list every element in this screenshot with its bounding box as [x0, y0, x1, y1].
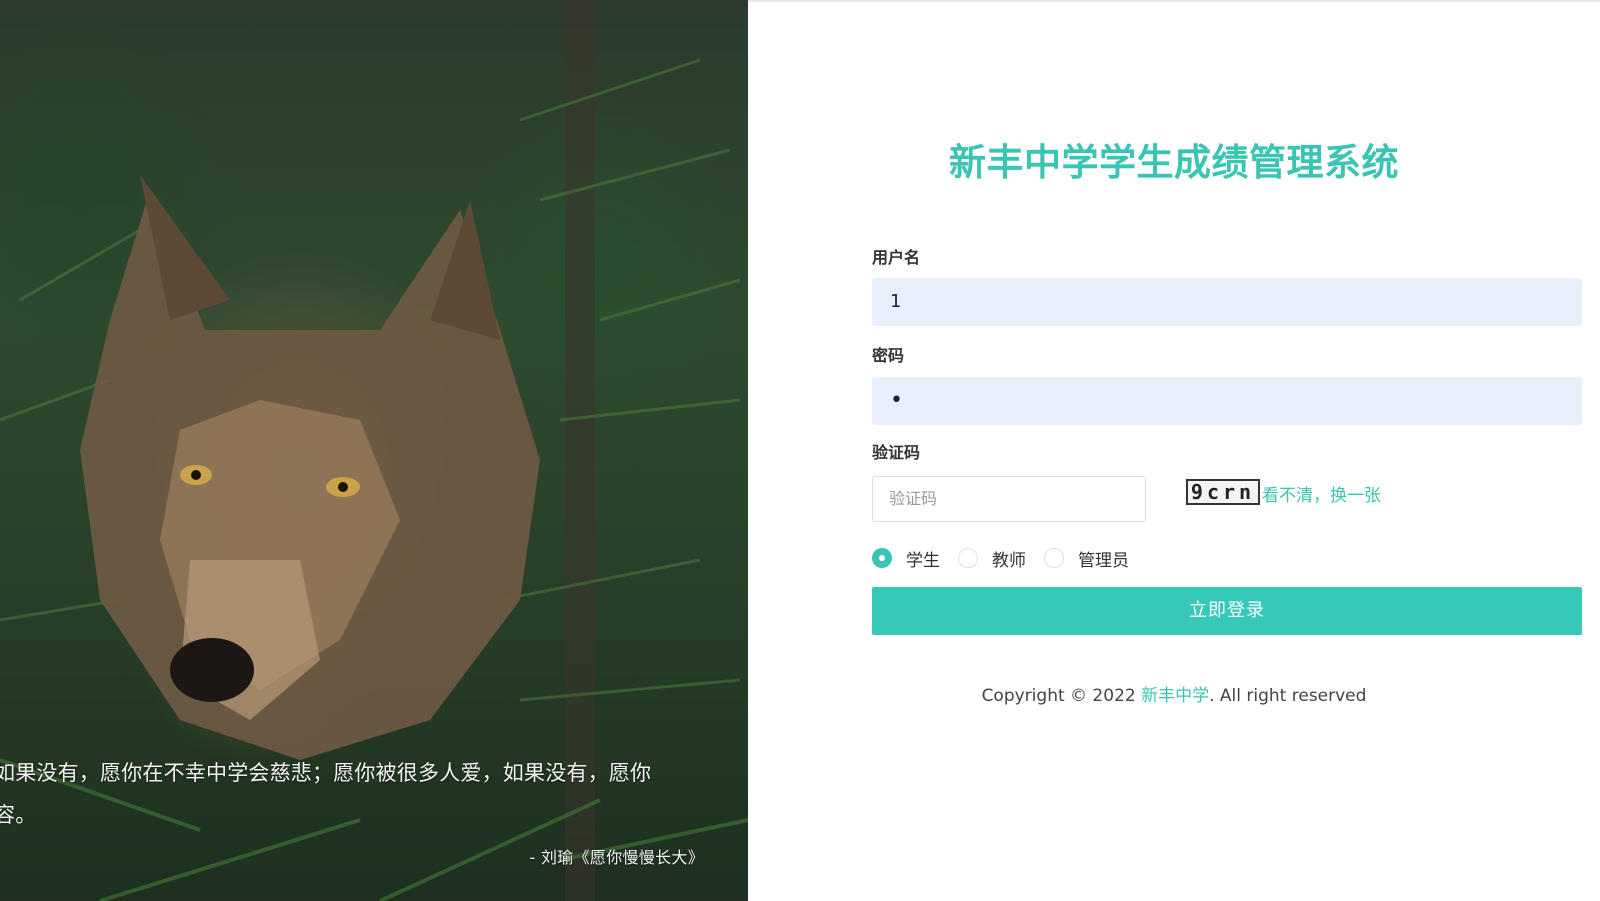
login-panel: 新丰中学学生成绩管理系统 用户名 1 密码 • 验证码 验证码 9crn 看不清… [748, 0, 1600, 901]
role-admin-label: 管理员 [1078, 550, 1129, 571]
footer-brand-link[interactable]: 新丰中学 [1141, 686, 1209, 706]
radio-checked-icon[interactable] [872, 548, 892, 568]
role-student[interactable]: 学生 [872, 546, 940, 571]
page-title: 新丰中学学生成绩管理系统 [949, 141, 1399, 184]
radio-unchecked-icon[interactable] [958, 548, 978, 568]
username-label: 用户名 [872, 248, 921, 267]
username-value: 1 [890, 291, 902, 312]
footer-copyright: Copyright © 2022 新丰中学. All right reserve… [748, 681, 1600, 706]
password-label: 密码 [872, 346, 905, 365]
hero-quote-author: - 刘瑜《愿你慢慢长大》 [529, 848, 704, 867]
captcha-refresh-link[interactable]: 看不清，换一张 [1262, 481, 1381, 506]
hero-image-panel: 如果没有，愿你在不幸中学会慈悲；愿你被很多人爱，如果没有，愿你 容。 - 刘瑜《… [0, 0, 748, 901]
footer-suffix: . All right reserved [1209, 686, 1367, 706]
password-mask: • [890, 388, 903, 413]
hero-quote: 如果没有，愿你在不幸中学会慈悲；愿你被很多人爱，如果没有，愿你 容。 [0, 752, 714, 836]
hero-quote-line-2: 容。 [0, 803, 37, 827]
role-radio-group: 学生 教师 管理员 [872, 545, 1147, 571]
role-teacher-label: 教师 [992, 550, 1026, 571]
password-input[interactable]: • [872, 377, 1582, 425]
captcha-placeholder: 验证码 [889, 489, 938, 508]
role-admin[interactable]: 管理员 [1044, 546, 1129, 571]
footer-prefix: Copyright © 2022 [981, 686, 1142, 706]
role-student-label: 学生 [906, 550, 940, 571]
username-input[interactable]: 1 [872, 278, 1582, 326]
radio-unchecked-icon[interactable] [1044, 548, 1064, 568]
login-button[interactable]: 立即登录 [872, 587, 1582, 635]
captcha-image[interactable]: 9crn [1186, 479, 1260, 505]
role-teacher[interactable]: 教师 [958, 546, 1026, 571]
captcha-label: 验证码 [872, 443, 921, 462]
hero-quote-line-1: 如果没有，愿你在不幸中学会慈悲；愿你被很多人爱，如果没有，愿你 [0, 761, 652, 785]
captcha-input[interactable]: 验证码 [872, 476, 1146, 522]
